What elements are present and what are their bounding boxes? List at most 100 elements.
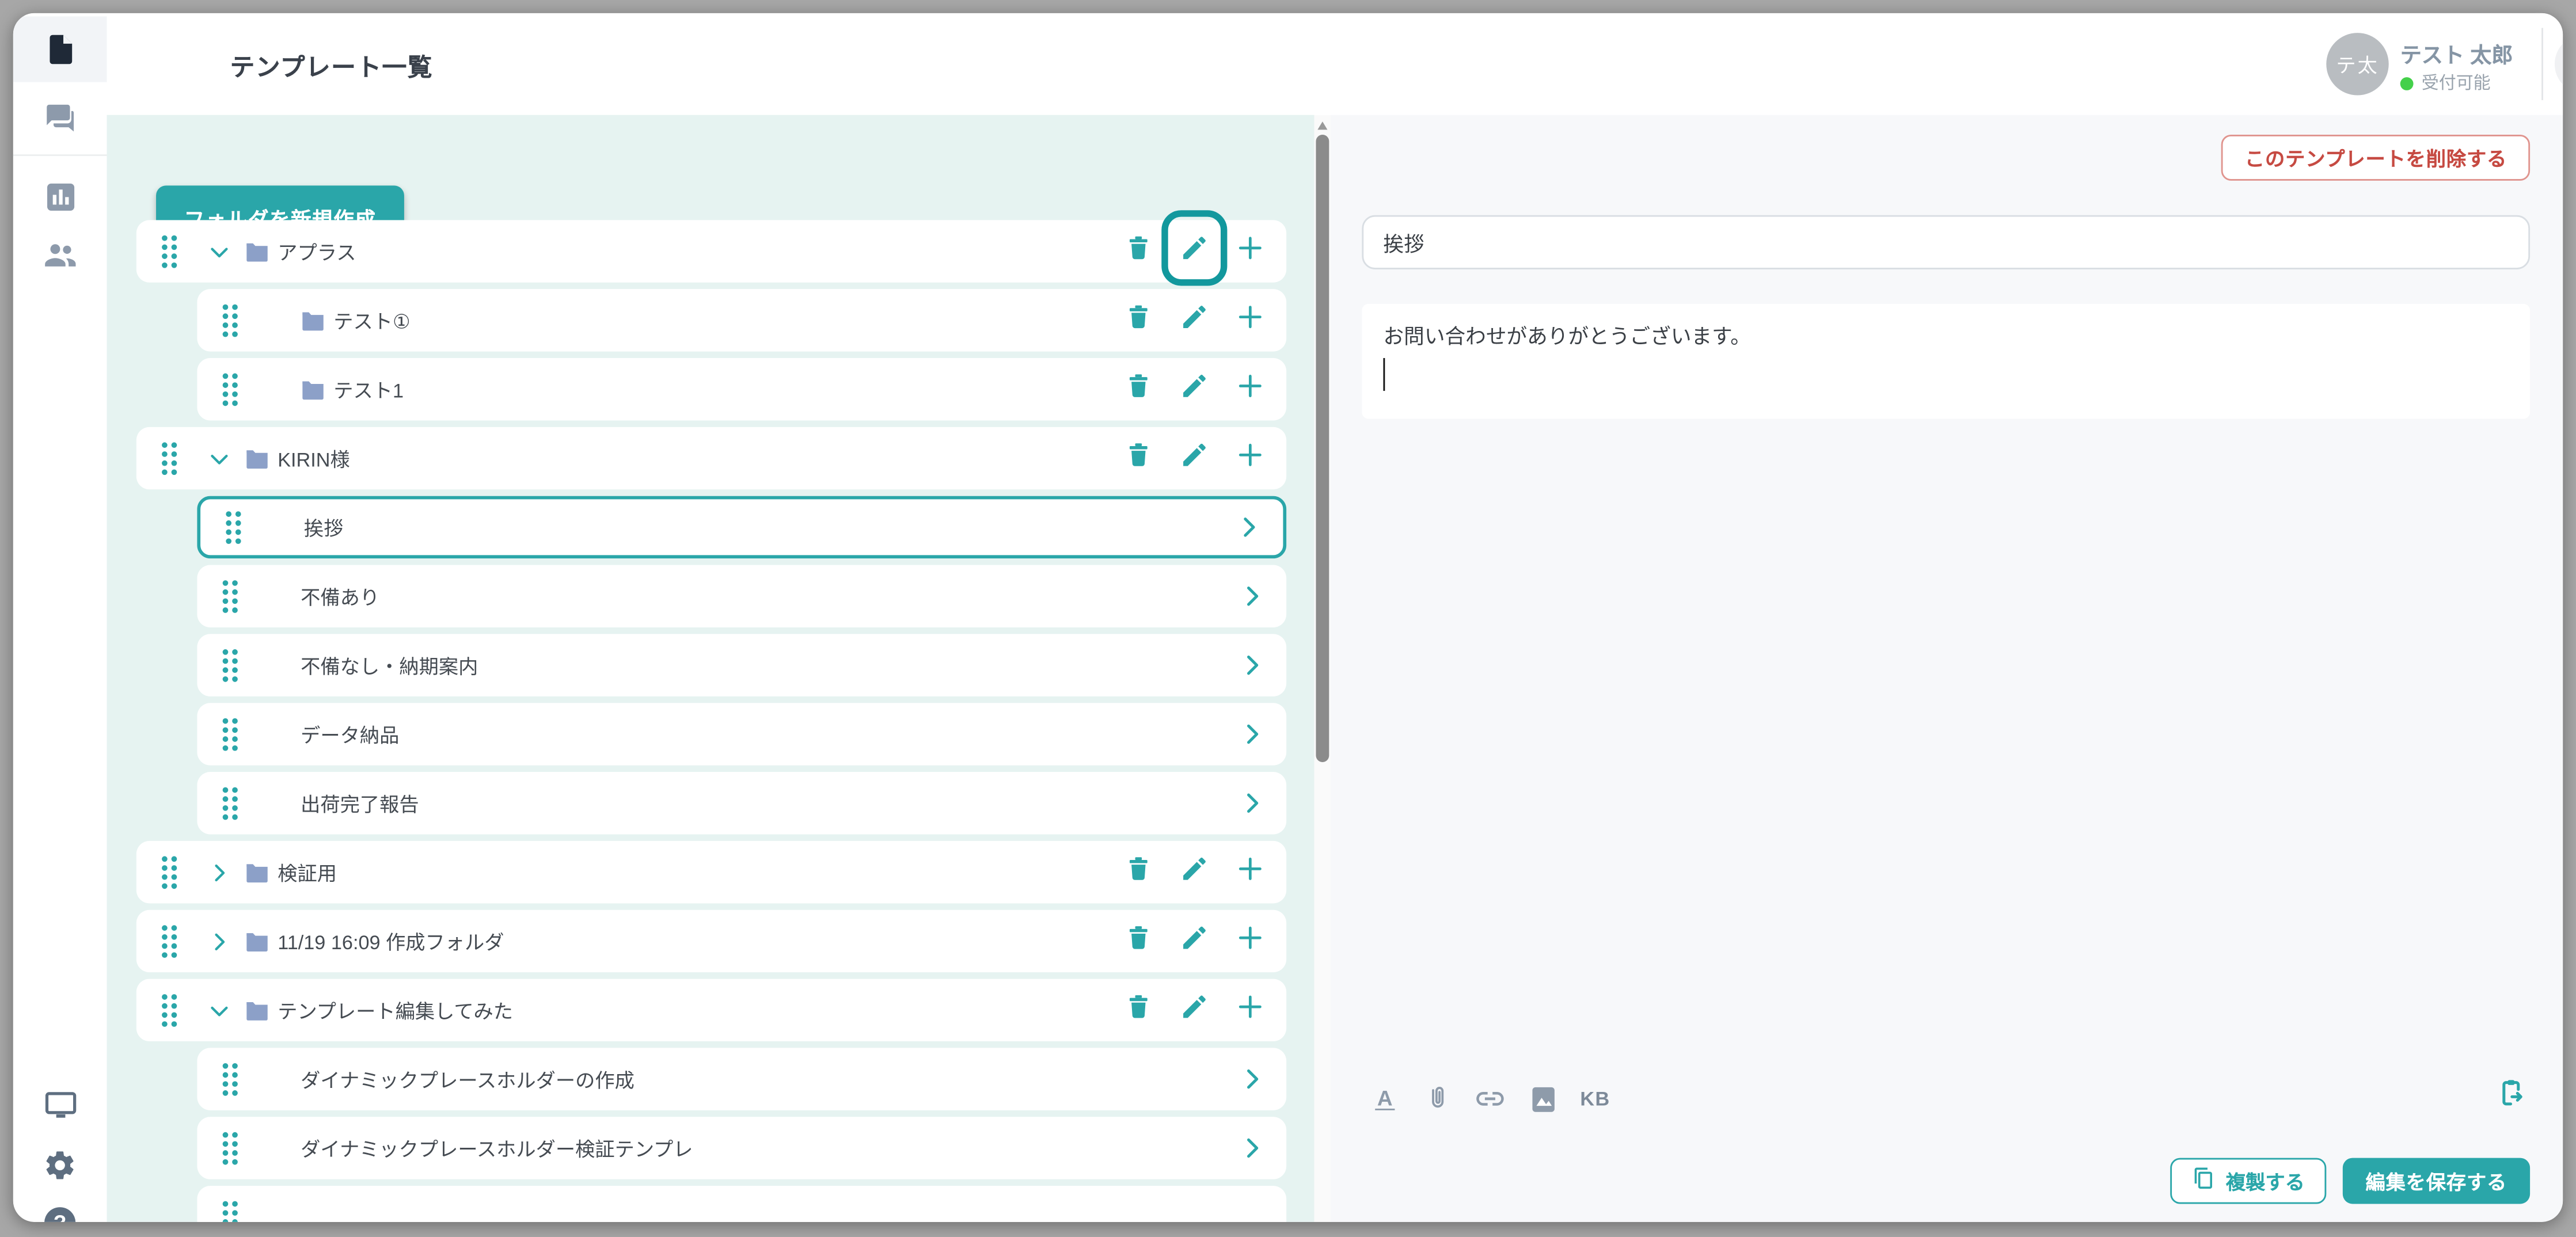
template-row[interactable]: ダイナミックプレースホルダーの作成: [197, 1048, 1286, 1110]
sidebar-item-gear[interactable]: [13, 1132, 107, 1197]
add-template-button[interactable]: [1236, 370, 1265, 408]
header-divider: [2541, 28, 2543, 101]
edit-folder-button[interactable]: [1180, 370, 1209, 408]
delete-folder-button[interactable]: [1124, 922, 1153, 960]
drag-handle-icon[interactable]: [220, 1061, 240, 1097]
chevron-right-icon[interactable]: [207, 929, 232, 954]
sidebar-item-people[interactable]: [13, 222, 107, 287]
duplicate-label: 複製する: [2226, 1167, 2305, 1195]
link-icon[interactable]: [1472, 1080, 1509, 1117]
sidebar-item-question[interactable]: ?: [13, 1189, 107, 1222]
drag-handle-icon[interactable]: [159, 992, 179, 1028]
edit-folder-button[interactable]: [1180, 439, 1209, 477]
attachment-icon[interactable]: [1419, 1080, 1456, 1117]
clipboard-export-icon[interactable]: [2494, 1076, 2528, 1110]
template-row[interactable]: データ納品: [197, 703, 1286, 765]
copy-icon: [2191, 1166, 2216, 1196]
template-row[interactable]: [197, 1186, 1286, 1222]
folder-label: 検証用: [278, 858, 337, 886]
drag-handle-icon[interactable]: [220, 716, 240, 752]
drag-handle-icon[interactable]: [220, 371, 240, 408]
plus-icon: [1236, 853, 1265, 891]
template-editor-panel: このテンプレートを削除する お問い合わせがありがとうございます。 A KB 複製す…: [1331, 115, 2563, 1222]
text-format-icon[interactable]: A: [1367, 1080, 1403, 1117]
delete-folder-button[interactable]: [1124, 302, 1153, 340]
template-name-input[interactable]: [1362, 215, 2530, 269]
template-body-editor[interactable]: お問い合わせがありがとうございます。: [1362, 304, 2530, 419]
trash-icon: [1124, 233, 1153, 271]
delete-folder-button[interactable]: [1124, 853, 1153, 891]
chevron-down-icon[interactable]: [207, 446, 232, 471]
add-template-button[interactable]: [1236, 922, 1265, 960]
drag-handle-icon[interactable]: [220, 647, 240, 683]
folder-label: テスト①: [333, 306, 410, 334]
folder-label: KIRIN様: [278, 444, 350, 473]
chevron-right-icon[interactable]: [1238, 583, 1265, 610]
drag-handle-icon[interactable]: [159, 440, 179, 477]
drag-handle-icon[interactable]: [220, 578, 240, 614]
delete-folder-button[interactable]: [1124, 991, 1153, 1029]
edit-folder-button[interactable]: [1180, 233, 1209, 271]
drag-handle-icon[interactable]: [220, 785, 240, 821]
drag-handle-icon[interactable]: [159, 923, 179, 960]
chevron-right-icon[interactable]: [1238, 790, 1265, 816]
folder-row[interactable]: 検証用: [136, 841, 1286, 903]
drag-handle-icon[interactable]: [220, 1130, 240, 1166]
trash-icon: [1124, 922, 1153, 960]
drag-handle-icon[interactable]: [220, 302, 240, 338]
notifications-button[interactable]: [2555, 35, 2563, 94]
chevron-right-icon[interactable]: [1238, 721, 1265, 748]
sidebar-item-monitor[interactable]: [13, 1072, 107, 1138]
avatar[interactable]: テ太: [2326, 33, 2388, 95]
delete-folder-button[interactable]: [1124, 370, 1153, 408]
add-template-button[interactable]: [1236, 302, 1265, 340]
edit-folder-button[interactable]: [1180, 853, 1209, 891]
folder-row[interactable]: テンプレート編集してみた: [136, 979, 1286, 1041]
chevron-right-icon[interactable]: [207, 860, 232, 885]
delete-folder-button[interactable]: [1124, 233, 1153, 271]
folder-row[interactable]: 11/19 16:09 作成フォルダ: [136, 910, 1286, 972]
delete-folder-button[interactable]: [1124, 439, 1153, 477]
text-format-icon: A: [1376, 1087, 1395, 1110]
template-row[interactable]: 出荷完了報告: [197, 772, 1286, 834]
sidebar-item-chat[interactable]: [13, 85, 107, 151]
template-row[interactable]: 挨拶: [197, 496, 1286, 558]
chevron-right-icon[interactable]: [1238, 652, 1265, 679]
tree-scrollbar-thumb[interactable]: [1316, 135, 1329, 762]
add-template-button[interactable]: [1236, 233, 1265, 271]
plus-icon: [1236, 370, 1265, 408]
folder-row[interactable]: KIRIN様: [136, 427, 1286, 489]
save-button[interactable]: 編集を保存する: [2343, 1158, 2531, 1204]
sidebar-item-document[interactable]: [13, 17, 107, 82]
duplicate-button[interactable]: 複製する: [2170, 1158, 2326, 1204]
folder-row[interactable]: アプラス: [136, 220, 1286, 282]
drag-handle-icon[interactable]: [220, 1199, 240, 1222]
pencil-icon: [1180, 922, 1209, 960]
chevron-down-icon[interactable]: [207, 239, 232, 264]
drag-handle-icon[interactable]: [159, 233, 179, 269]
template-label: 出荷完了報告: [301, 789, 419, 817]
add-template-button[interactable]: [1236, 991, 1265, 1029]
chevron-right-icon[interactable]: [1236, 514, 1262, 541]
kb-icon[interactable]: KB: [1577, 1080, 1613, 1117]
sidebar-item-chart[interactable]: [13, 164, 107, 230]
chevron-right-icon[interactable]: [1238, 1135, 1265, 1162]
template-row[interactable]: ダイナミックプレースホルダー検証テンプレ: [197, 1117, 1286, 1179]
folder-row[interactable]: テスト①: [197, 289, 1286, 351]
edit-folder-button[interactable]: [1180, 922, 1209, 960]
chevron-right-icon[interactable]: [1238, 1066, 1265, 1093]
drag-handle-icon[interactable]: [159, 854, 179, 890]
delete-template-button[interactable]: このテンプレートを削除する: [2222, 135, 2530, 181]
chevron-down-icon[interactable]: [207, 998, 232, 1022]
template-row[interactable]: 不備あり: [197, 565, 1286, 627]
add-template-button[interactable]: [1236, 439, 1265, 477]
edit-folder-button[interactable]: [1180, 302, 1209, 340]
scrollbar-up-arrow-icon[interactable]: [1317, 121, 1327, 130]
template-row[interactable]: 不備なし・納期案内: [197, 634, 1286, 696]
image-icon[interactable]: [1525, 1080, 1561, 1117]
edit-folder-button[interactable]: [1180, 991, 1209, 1029]
drag-handle-icon[interactable]: [223, 509, 243, 546]
folder-row[interactable]: テスト1: [197, 358, 1286, 420]
folder-label: テスト1: [333, 375, 404, 404]
add-template-button[interactable]: [1236, 853, 1265, 891]
